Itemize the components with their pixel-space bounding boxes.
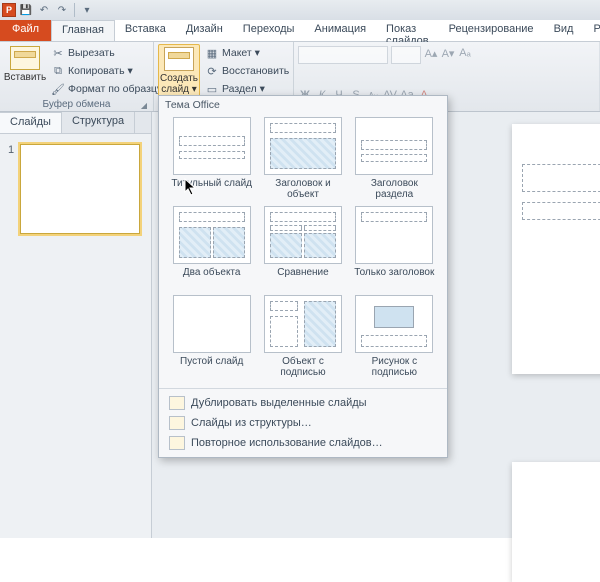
layout-blank[interactable] — [173, 295, 251, 353]
gallery-theme-label: Тема Office — [159, 96, 447, 111]
copy-icon: ⧉ — [51, 64, 65, 78]
reuse-label: Повторное использование слайдов… — [191, 437, 383, 449]
title-bar: P 💾 ↶ ↷ ▾ — [0, 0, 600, 20]
qat-customize-icon[interactable]: ▾ — [79, 2, 95, 18]
outline-icon — [169, 416, 185, 430]
paste-button[interactable]: Вставить — [4, 44, 46, 85]
tab-storyboard[interactable]: Раскадр — [583, 20, 600, 41]
reset-button[interactable]: ⟳Восстановить — [202, 62, 292, 80]
pane-tab-outline[interactable]: Структура — [62, 112, 135, 133]
cursor-icon — [184, 178, 198, 196]
cut-label: Вырезать — [68, 47, 115, 59]
layout-title-content[interactable] — [264, 117, 342, 175]
gallery-footer: Дублировать выделенные слайды Слайды из … — [159, 388, 447, 457]
undo-icon[interactable]: ↶ — [36, 2, 52, 18]
new-slide-icon — [164, 47, 194, 71]
reset-icon: ⟳ — [205, 64, 219, 78]
layout-grid: Титульный слайд Заголовок и объект Загол… — [159, 111, 447, 388]
layout-picture-caption[interactable] — [355, 295, 433, 353]
slide-preview — [512, 124, 600, 374]
tab-home[interactable]: Главная — [51, 20, 115, 41]
cut-icon: ✂ — [51, 46, 65, 60]
group-clipboard: Вставить ✂Вырезать ⧉Копировать ▾ 🖌Формат… — [0, 42, 154, 111]
thumbnail-area: 1 — [0, 134, 151, 538]
format-painter-label: Формат по образцу — [68, 83, 162, 95]
tab-transitions[interactable]: Переходы — [233, 20, 305, 41]
duplicate-label: Дублировать выделенные слайды — [191, 397, 367, 409]
layout-content-caption[interactable] — [264, 295, 342, 353]
reset-label: Восстановить — [222, 65, 289, 77]
duplicate-slides-item[interactable]: Дублировать выделенные слайды — [159, 393, 447, 413]
slides-pane: Слайды Структура 1 — [0, 112, 152, 538]
dialog-launcher-icon[interactable]: ◢ — [141, 101, 147, 110]
layout-label: Сравнение — [277, 267, 328, 289]
save-icon[interactable]: 💾 — [18, 2, 34, 18]
tab-animation[interactable]: Анимация — [304, 20, 376, 41]
layout-label: Пустой слайд — [180, 356, 243, 378]
slide-thumb-1[interactable]: 1 — [8, 144, 143, 234]
slide-number: 1 — [8, 144, 14, 156]
cut-button[interactable]: ✂Вырезать — [48, 44, 165, 62]
layout-two-content[interactable] — [173, 206, 251, 264]
pane-tab-slides[interactable]: Слайды — [0, 112, 62, 133]
font-size-combo[interactable] — [391, 46, 421, 64]
section-icon: ▭ — [205, 82, 219, 96]
section-label: Раздел ▾ — [222, 83, 265, 95]
slide-preview-next — [512, 462, 600, 582]
reuse-icon — [169, 436, 185, 450]
layout-section-header[interactable] — [355, 117, 433, 175]
tab-insert[interactable]: Вставка — [115, 20, 176, 41]
layout-label: Макет ▾ — [222, 47, 260, 59]
pane-tabs: Слайды Структура — [0, 112, 151, 134]
font-family-combo[interactable] — [298, 46, 388, 64]
paste-label: Вставить — [4, 72, 46, 83]
new-slide-label: Создать слайд ▾ — [160, 73, 198, 95]
layout-label: Объект с подписью — [260, 356, 345, 378]
brush-icon: 🖌 — [51, 82, 65, 96]
reuse-slides-item[interactable]: Повторное использование слайдов… — [159, 433, 447, 453]
duplicate-icon — [169, 396, 185, 410]
paste-icon — [10, 46, 40, 70]
ribbon-tabs: Файл Главная Вставка Дизайн Переходы Ани… — [0, 20, 600, 42]
copy-button[interactable]: ⧉Копировать ▾ — [48, 62, 165, 80]
outline-label: Слайды из структуры… — [191, 417, 312, 429]
new-slide-button[interactable]: Создать слайд ▾ — [158, 44, 200, 98]
slide-thumbnail[interactable] — [20, 144, 140, 234]
increase-font-icon[interactable]: A▴ — [424, 46, 438, 60]
separator — [74, 3, 75, 17]
app-icon: P — [2, 3, 16, 17]
layout-title-slide[interactable] — [173, 117, 251, 175]
decrease-font-icon[interactable]: A▾ — [441, 46, 455, 60]
layout-icon: ▦ — [205, 46, 219, 60]
layout-label: Рисунок с подписью — [352, 356, 437, 378]
layout-label: Только заголовок — [354, 267, 434, 289]
slides-from-outline-item[interactable]: Слайды из структуры… — [159, 413, 447, 433]
layout-label: Заголовок и объект — [260, 178, 345, 200]
tab-slideshow[interactable]: Показ слайдов — [376, 20, 439, 41]
layout-title-only[interactable] — [355, 206, 433, 264]
file-tab[interactable]: Файл — [0, 20, 51, 41]
tab-review[interactable]: Рецензирование — [439, 20, 544, 41]
clear-format-icon[interactable]: Aₐ — [458, 46, 472, 60]
layout-comparison[interactable] — [264, 206, 342, 264]
new-slide-gallery: Тема Office Титульный слайд Заголовок и … — [158, 95, 448, 458]
format-painter-button[interactable]: 🖌Формат по образцу — [48, 80, 165, 98]
redo-icon[interactable]: ↷ — [54, 2, 70, 18]
copy-label: Копировать ▾ — [68, 65, 133, 77]
layout-label: Заголовок раздела — [352, 178, 437, 200]
layout-label: Два объекта — [183, 267, 241, 289]
tab-design[interactable]: Дизайн — [176, 20, 233, 41]
layout-button[interactable]: ▦Макет ▾ — [202, 44, 292, 62]
tab-view[interactable]: Вид — [544, 20, 584, 41]
group-clipboard-label: Буфер обмена◢ — [4, 98, 149, 112]
